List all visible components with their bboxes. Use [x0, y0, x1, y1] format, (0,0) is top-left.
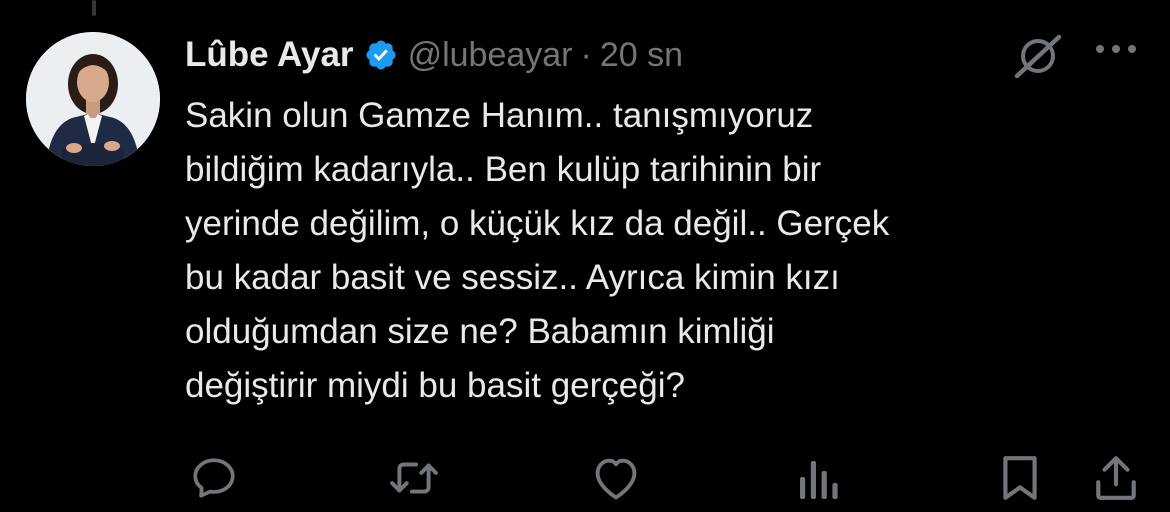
thread-line [92, 0, 96, 16]
verified-badge-icon [364, 38, 398, 72]
tweet-text-line: Sakin olun Gamze Hanım.. tanışmıyoruz [185, 96, 814, 135]
views-button[interactable] [790, 452, 846, 508]
author-handle[interactable]: @lubeayar [408, 36, 573, 75]
share-button[interactable] [1088, 452, 1144, 508]
avatar-image [26, 32, 160, 166]
bookmark-icon [998, 453, 1042, 508]
tweet-text: Sakin olun Gamze Hanım.. tanışmıyoruz bi… [185, 89, 1115, 413]
author-display-name[interactable]: Lûbe Ayar [185, 35, 354, 75]
bookmark-button[interactable] [992, 452, 1048, 508]
share-icon [1093, 453, 1139, 508]
retweet-button[interactable] [386, 452, 442, 508]
like-icon [590, 454, 642, 507]
tweet-actions-bar [0, 452, 1170, 508]
reply-icon [189, 453, 239, 508]
more-options-icon[interactable] [1093, 42, 1139, 61]
separator-dot: · [580, 35, 592, 74]
retweet-icon [386, 453, 442, 508]
tweet-header: Lûbe Ayar @lubeayar · 20 sn [185, 30, 683, 80]
like-button[interactable] [588, 452, 644, 508]
grok-icon[interactable] [1011, 34, 1065, 83]
tweet-text-line: bildiğim kadarıyla.. Ben kulüp tarihinin… [185, 150, 822, 189]
tweet[interactable]: Lûbe Ayar @lubeayar · 20 sn Sakin olun G… [0, 0, 1170, 512]
views-icon [796, 455, 840, 506]
tweet-text-line: değiştirir miydi bu basit gerçeği? [185, 366, 685, 405]
tweet-text-line: yerinde değilim, o küçük kız da değil.. … [185, 204, 890, 243]
reply-button[interactable] [186, 452, 242, 508]
avatar[interactable] [26, 32, 160, 166]
tweet-text-line: olduğumdan size ne? Babamın kimliği [185, 312, 775, 351]
tweet-text-line: bu kadar basit ve sessiz.. Ayrıca kimin … [185, 258, 840, 297]
tweet-timestamp[interactable]: 20 sn [600, 36, 683, 75]
